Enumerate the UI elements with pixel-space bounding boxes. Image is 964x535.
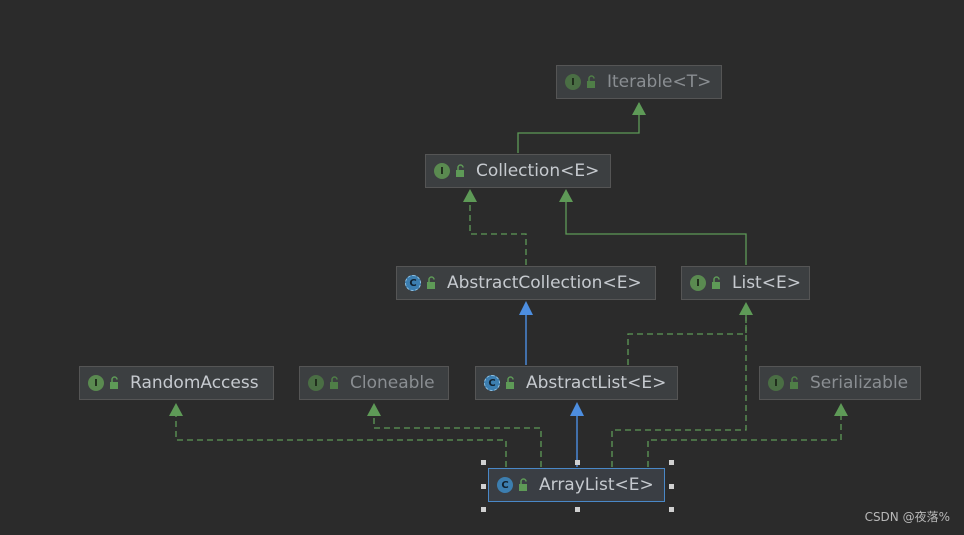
arrowhead-iterable [632, 102, 646, 115]
resize-handle-nw[interactable] [481, 460, 486, 465]
node-list[interactable]: I List<E> [681, 266, 810, 300]
interface-icon: I [768, 375, 784, 391]
interface-icon: I [308, 375, 324, 391]
node-label: List<E> [732, 273, 801, 293]
arrowhead-collection-left [463, 189, 477, 202]
node-label: ArrayList<E> [539, 475, 654, 495]
node-abstract-list[interactable]: C AbstractList<E> [475, 366, 678, 400]
interface-icon: I [88, 375, 104, 391]
public-lock-icon [330, 376, 338, 389]
node-collection[interactable]: I Collection<E> [425, 154, 611, 188]
public-lock-icon [519, 478, 527, 491]
arrowhead-randomaccess [169, 403, 183, 416]
arrowhead-abstractcollection [519, 301, 533, 315]
node-random-access[interactable]: I RandomAccess [79, 366, 274, 400]
node-label: Iterable<T> [607, 72, 712, 92]
class-icon: C [497, 477, 513, 493]
arrowhead-collection-right [559, 189, 573, 202]
node-cloneable[interactable]: I Cloneable [299, 366, 449, 400]
arrowhead-cloneable [367, 403, 381, 416]
resize-handle-sw[interactable] [481, 507, 486, 512]
node-label: Cloneable [350, 373, 435, 393]
public-lock-icon [790, 376, 798, 389]
node-label: AbstractList<E> [526, 373, 667, 393]
arrowhead-serializable [834, 403, 848, 416]
abstract-class-icon: C [405, 275, 421, 291]
public-lock-icon [587, 75, 595, 88]
resize-handle-s[interactable] [575, 507, 580, 512]
edge-abstractcollection-collection [469, 202, 527, 265]
node-iterable[interactable]: I Iterable<T> [556, 65, 722, 99]
node-abstract-collection[interactable]: C AbstractCollection<E> [396, 266, 656, 300]
arrowhead-list [739, 302, 753, 315]
edge-abstractlist-list [627, 315, 747, 365]
edge-arraylist-randomaccess [175, 416, 507, 467]
node-label: RandomAccess [130, 373, 259, 393]
public-lock-icon [712, 276, 720, 289]
interface-icon: I [565, 74, 581, 90]
resize-handle-se[interactable] [669, 507, 674, 512]
watermark: CSDN @夜落% [864, 510, 950, 524]
resize-handle-w[interactable] [481, 484, 486, 489]
arrowhead-abstractlist [570, 402, 584, 416]
edge-list-collection [565, 202, 747, 265]
resize-handle-ne[interactable] [669, 460, 674, 465]
interface-icon: I [690, 275, 706, 291]
interface-icon: I [434, 163, 450, 179]
node-label: Collection<E> [476, 161, 600, 181]
public-lock-icon [110, 376, 118, 389]
edge-arraylist-serializable [647, 416, 842, 467]
node-label: AbstractCollection<E> [447, 273, 642, 293]
resize-handle-e[interactable] [669, 484, 674, 489]
edge-collection-iterable [517, 103, 640, 153]
node-serializable[interactable]: I Serializable [759, 366, 921, 400]
abstract-class-icon: C [484, 375, 500, 391]
public-lock-icon [456, 164, 464, 177]
public-lock-icon [506, 376, 514, 389]
class-hierarchy-diagram: I Iterable<T> I Collection<E> C Abstract… [0, 0, 964, 535]
node-array-list[interactable]: C ArrayList<E> [488, 468, 665, 502]
edge-arraylist-cloneable [373, 416, 542, 467]
resize-handle-n[interactable] [575, 460, 580, 465]
public-lock-icon [427, 276, 435, 289]
node-label: Serializable [810, 373, 909, 393]
